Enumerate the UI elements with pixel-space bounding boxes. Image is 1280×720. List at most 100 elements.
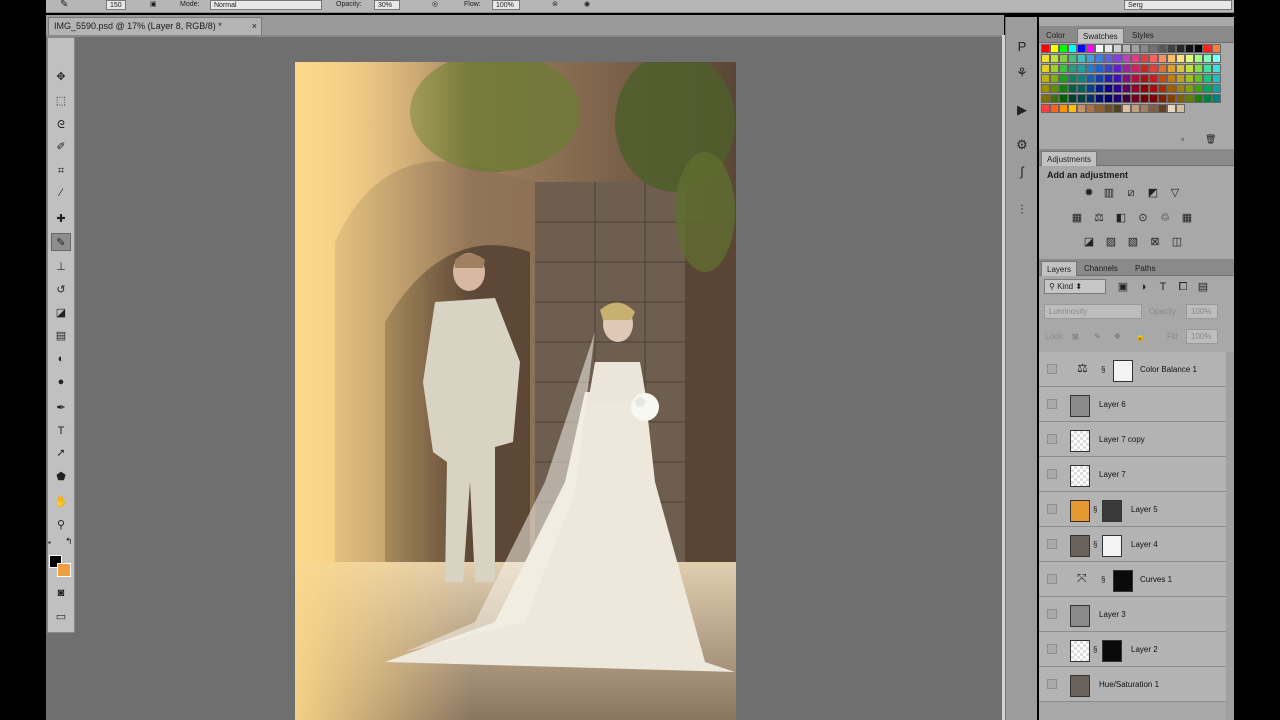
black-white-icon[interactable]: ◧ xyxy=(1114,212,1128,224)
brightness-icon[interactable]: ✹ xyxy=(1082,187,1096,199)
path-select-icon[interactable]: ➚ xyxy=(51,444,71,462)
layer-visibility-icon[interactable] xyxy=(1047,644,1057,654)
mask-link-icon[interactable]: § xyxy=(1093,540,1097,549)
swatch[interactable] xyxy=(1059,54,1068,63)
swatch[interactable] xyxy=(1104,94,1113,103)
swatch[interactable] xyxy=(1140,74,1149,83)
swatch[interactable] xyxy=(1050,104,1059,113)
hand-icon[interactable]: ✋ xyxy=(51,493,71,511)
threshold-icon[interactable]: ▧ xyxy=(1126,236,1140,248)
layer-visibility-icon[interactable] xyxy=(1047,434,1057,444)
swatch[interactable] xyxy=(1167,74,1176,83)
new-swatch-icon[interactable]: ▫ xyxy=(1181,134,1184,144)
photo-filter-icon[interactable]: ⊙ xyxy=(1136,212,1150,224)
swatch[interactable] xyxy=(1050,44,1059,53)
swatch[interactable] xyxy=(1104,64,1113,73)
swatch[interactable] xyxy=(1149,44,1158,53)
swatch-grid[interactable] xyxy=(1041,44,1223,128)
document-tab[interactable]: IMG_5590.psd @ 17% (Layer 8, RGB/8) * × xyxy=(48,17,262,35)
swatch[interactable] xyxy=(1185,74,1194,83)
layer-row[interactable]: Layer 6 xyxy=(1039,387,1226,422)
swatch[interactable] xyxy=(1176,44,1185,53)
swatch[interactable] xyxy=(1077,54,1086,63)
swatch[interactable] xyxy=(1140,64,1149,73)
color-lookup-icon[interactable]: ▦ xyxy=(1180,212,1194,224)
blend-mode-select[interactable]: Luminosity xyxy=(1044,304,1142,319)
tool-presets-icon[interactable]: ⚘ xyxy=(1011,63,1033,83)
swatch[interactable] xyxy=(1068,74,1077,83)
swatch[interactable] xyxy=(1167,54,1176,63)
filter-pixel-icon[interactable]: ▣ xyxy=(1116,281,1130,293)
levels-icon[interactable]: ▥ xyxy=(1102,187,1116,199)
filter-adjust-icon[interactable]: ◑ xyxy=(1136,281,1150,293)
swatch[interactable] xyxy=(1041,104,1050,113)
swatch[interactable] xyxy=(1050,94,1059,103)
swatch[interactable] xyxy=(1095,104,1104,113)
swatch[interactable] xyxy=(1131,74,1140,83)
layer-visibility-icon[interactable] xyxy=(1047,609,1057,619)
swatch[interactable] xyxy=(1104,44,1113,53)
swatch[interactable] xyxy=(1158,104,1167,113)
swatch[interactable] xyxy=(1122,74,1131,83)
layer-visibility-icon[interactable] xyxy=(1047,679,1057,689)
swatch[interactable] xyxy=(1212,44,1221,53)
swatch[interactable] xyxy=(1077,104,1086,113)
swatch[interactable] xyxy=(1059,84,1068,93)
layer-fill-field[interactable]: 100% xyxy=(1186,329,1218,344)
quick-select-icon[interactable]: ✐ xyxy=(51,138,71,156)
delete-swatch-icon[interactable]: 🗑 xyxy=(1205,134,1216,145)
swatch[interactable] xyxy=(1041,44,1050,53)
layer-visibility-icon[interactable] xyxy=(1047,469,1057,479)
swatch[interactable] xyxy=(1203,54,1212,63)
swatch[interactable] xyxy=(1050,64,1059,73)
swatch[interactable] xyxy=(1167,44,1176,53)
layer-row[interactable]: ⚖ § Color Balance 1 xyxy=(1039,352,1226,387)
pressure-opacity-icon[interactable]: ◎ xyxy=(432,0,438,10)
swatch[interactable] xyxy=(1185,94,1194,103)
invert-icon[interactable]: ◪ xyxy=(1082,236,1096,248)
swatch[interactable] xyxy=(1194,54,1203,63)
screen-mode-icon[interactable]: ▭ xyxy=(51,608,71,626)
eyedropper-icon[interactable]: ⁄ xyxy=(51,184,71,202)
swatch[interactable] xyxy=(1149,54,1158,63)
tab-swatches[interactable]: Swatches xyxy=(1077,28,1124,43)
swatch[interactable] xyxy=(1212,94,1221,103)
lock-position-icon[interactable]: ✥ xyxy=(1114,331,1121,343)
swatch[interactable] xyxy=(1212,84,1221,93)
spot-healing-icon[interactable]: ✚ xyxy=(51,210,71,228)
swatch[interactable] xyxy=(1158,74,1167,83)
swatch[interactable] xyxy=(1104,104,1113,113)
swatch[interactable] xyxy=(1050,84,1059,93)
swatch[interactable] xyxy=(1131,44,1140,53)
swatch[interactable] xyxy=(1176,104,1185,113)
blur-icon[interactable]: ◐ xyxy=(51,350,71,368)
pen-icon[interactable]: ✒ xyxy=(51,399,71,417)
swatch[interactable] xyxy=(1068,44,1077,53)
eraser-icon[interactable]: ◪ xyxy=(51,304,71,322)
swatch[interactable] xyxy=(1185,44,1194,53)
swatch[interactable] xyxy=(1050,74,1059,83)
vibrance-icon[interactable]: ▽ xyxy=(1168,187,1182,199)
swatch[interactable] xyxy=(1203,94,1212,103)
swatch[interactable] xyxy=(1104,84,1113,93)
clone-stamp-icon[interactable]: ⊥ xyxy=(51,258,71,276)
swatch[interactable] xyxy=(1122,64,1131,73)
type-icon[interactable]: T xyxy=(51,422,71,440)
swatch[interactable] xyxy=(1104,54,1113,63)
swatch[interactable] xyxy=(1086,94,1095,103)
swatch[interactable] xyxy=(1086,74,1095,83)
swatch[interactable] xyxy=(1113,44,1122,53)
swatch[interactable] xyxy=(1194,44,1203,53)
swatch[interactable] xyxy=(1131,64,1140,73)
move-icon[interactable]: ✥ xyxy=(51,68,71,86)
swatch[interactable] xyxy=(1086,64,1095,73)
swatch[interactable] xyxy=(1113,84,1122,93)
swatch[interactable] xyxy=(1059,44,1068,53)
tab-color[interactable]: Color xyxy=(1041,28,1070,43)
marquee-icon[interactable]: ⬚ xyxy=(51,92,71,110)
swatch[interactable] xyxy=(1077,84,1086,93)
layer-row[interactable]: Layer 7 copy xyxy=(1039,422,1226,457)
swatch[interactable] xyxy=(1176,74,1185,83)
channel-mixer-icon[interactable]: ♲ xyxy=(1158,212,1172,224)
swatch[interactable] xyxy=(1158,84,1167,93)
